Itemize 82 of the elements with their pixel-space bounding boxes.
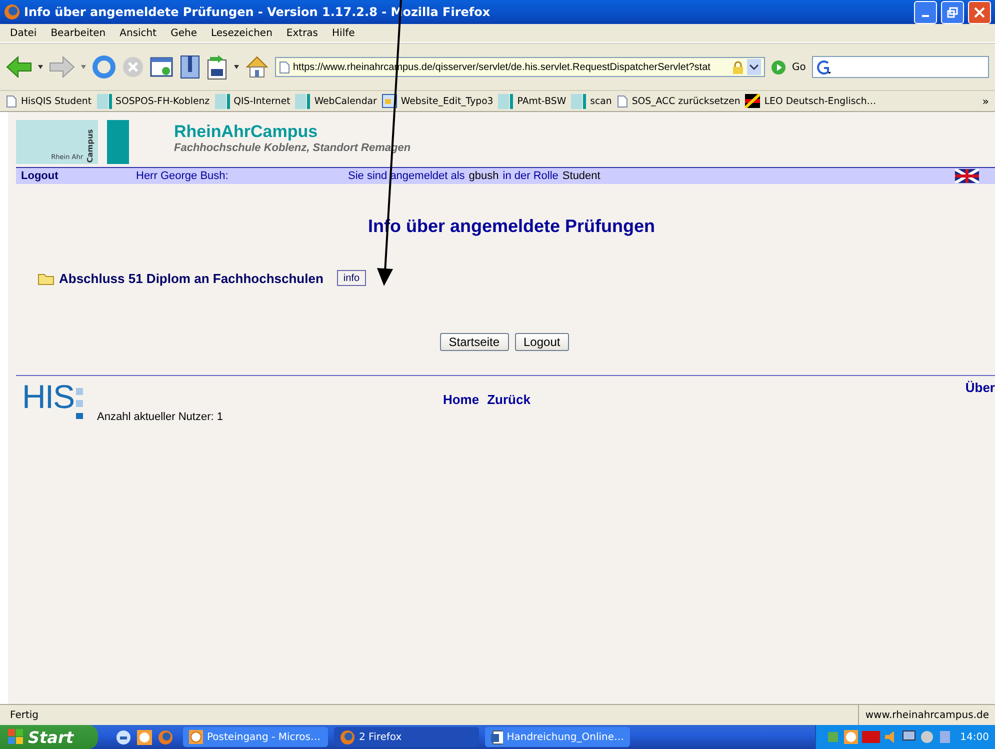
device-icon (938, 730, 952, 744)
menu-item[interactable]: Ansicht (114, 28, 165, 38)
bookmark-link[interactable]: HisQIS Student (6, 94, 92, 108)
back-icon[interactable] (6, 56, 32, 78)
nav-button[interactable]: Startseite (440, 333, 508, 351)
close-icon (974, 6, 985, 18)
menu-item[interactable]: Hilfe (326, 28, 363, 38)
taskbar-button[interactable]: Handreichung_Online… (485, 727, 630, 747)
bookmark-link[interactable]: LEO Deutsch-Englisch… (745, 94, 876, 108)
menu-item[interactable]: Gehe (164, 28, 205, 38)
firefox-icon (4, 4, 20, 20)
logout-link[interactable]: Logout (16, 170, 136, 182)
firefox-icon (340, 730, 355, 744)
document-icon (491, 730, 503, 744)
minimize-icon (922, 15, 929, 17)
status-text: Fertig (9, 710, 40, 720)
maximize-button[interactable] (941, 0, 964, 24)
bookmark-link[interactable]: SOS_ACC zurücksetzen (616, 94, 740, 108)
bookmark-link[interactable]: PAmt-BSW (498, 94, 566, 108)
login-status: in der Rolle (502, 170, 558, 182)
user-name: Herr George Bush: (136, 170, 230, 182)
folder-icon (38, 272, 54, 284)
bookmark-link[interactable]: Website_Edit_Typo3 (382, 94, 494, 108)
site-title: RheinAhrCampus (174, 122, 319, 142)
flag-icon[interactable] (955, 169, 979, 183)
new-window-icon[interactable] (150, 56, 174, 78)
search-engine-icon (816, 60, 832, 74)
dropdown-icon[interactable] (747, 59, 761, 75)
menu-item[interactable]: Datei (4, 28, 45, 38)
footer-link[interactable]: Über (965, 380, 995, 420)
favicon-icon (214, 94, 230, 108)
info-button[interactable]: info (337, 270, 366, 286)
bookmark-link[interactable]: SOSPOS-FH-Koblenz (96, 94, 210, 108)
bookmark-icon[interactable] (180, 55, 200, 79)
page-icon (616, 94, 628, 108)
menu-item[interactable]: Lesezeichen (204, 28, 280, 38)
caret-icon[interactable] (234, 65, 239, 69)
clock: 14:00 (960, 732, 989, 742)
menu-item[interactable]: Extras (280, 28, 326, 38)
network-icon (826, 730, 840, 744)
firefox-icon[interactable] (158, 730, 173, 744)
reload-icon[interactable] (92, 55, 116, 79)
clock-icon[interactable] (137, 730, 152, 744)
restore-icon (947, 6, 958, 18)
taskbar-button[interactable]: Posteingang - Micros… (183, 727, 328, 747)
start-button[interactable]: Start (0, 725, 98, 749)
page-icon (279, 60, 290, 74)
flag-icon (745, 94, 760, 108)
favicon-icon (498, 94, 514, 108)
bookmark-link[interactable]: QIS-Internet (214, 94, 290, 108)
login-status: Student (562, 170, 600, 182)
his-logo: HIS (22, 380, 74, 414)
disc-icon (920, 730, 934, 744)
favicon-icon (295, 94, 310, 108)
search-field[interactable] (812, 56, 989, 78)
footer-link[interactable]: Home (442, 392, 480, 420)
clock-icon (844, 730, 858, 744)
lock-icon (732, 60, 744, 74)
nav-button[interactable]: Logout (514, 333, 570, 351)
user-count: Anzahl aktueller Nutzer: 1 (97, 411, 223, 423)
login-status: gbush (468, 170, 499, 182)
bookmarks-overflow[interactable]: » (982, 94, 989, 108)
video-card-icon (862, 731, 880, 743)
footer-link[interactable]: Zurück (487, 392, 530, 420)
clock-icon (189, 730, 203, 744)
degree-label: Abschluss 51 Diplom an Fachhochschulen (59, 270, 324, 286)
bookmark-link[interactable]: scan (571, 94, 612, 108)
favicon-icon (571, 94, 586, 108)
logo-bar (107, 120, 129, 164)
bookmark-link[interactable]: WebCalendar (295, 94, 377, 108)
go-button[interactable]: Go (792, 62, 806, 72)
login-status: Sie sind angemeldet als (348, 170, 465, 182)
menu-item[interactable]: Bearbeiten (44, 28, 114, 38)
page-icon (6, 94, 17, 108)
minimize-button[interactable] (914, 0, 937, 24)
caret-icon[interactable] (38, 65, 43, 69)
home-icon[interactable] (245, 55, 269, 79)
windows-logo-icon (8, 729, 24, 745)
taskbar-button[interactable]: 2 Firefox (334, 727, 479, 747)
go-icon[interactable] (771, 60, 786, 74)
favicon-icon (96, 94, 112, 108)
close-button[interactable] (968, 0, 991, 24)
